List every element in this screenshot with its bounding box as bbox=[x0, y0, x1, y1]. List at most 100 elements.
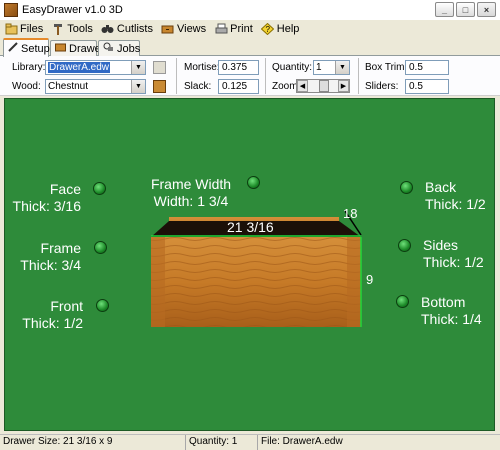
window-title: EasyDrawer v1.0 3D bbox=[22, 4, 123, 16]
menu-files-label: Files bbox=[20, 23, 44, 35]
frame-toggle-dot[interactable] bbox=[94, 241, 107, 254]
status-file: File: DrawerA.edw bbox=[261, 436, 343, 447]
menu-cutlists-label: Cutlists bbox=[116, 23, 153, 35]
zoom-slider[interactable]: ◀ ▶ bbox=[296, 79, 350, 93]
files-icon bbox=[4, 23, 18, 36]
front-label: Front Thick: 1/2 bbox=[5, 298, 83, 332]
front-thick: Thick: 1/2 bbox=[22, 315, 83, 331]
tab-strip: Setup Drawer Jobs bbox=[0, 38, 500, 57]
menu-cutlists[interactable]: Cutlists bbox=[101, 23, 153, 36]
hammer-icon bbox=[51, 23, 65, 36]
face-title: Face bbox=[49, 181, 81, 197]
chevron-down-icon[interactable]: ▼ bbox=[335, 61, 349, 74]
separator bbox=[265, 58, 266, 94]
tab-setup[interactable]: Setup bbox=[3, 38, 50, 57]
dim-width-label: 21 3/16 bbox=[227, 219, 274, 235]
status-bar: Drawer Size: 21 3/16 x 9 Quantity: 1 Fil… bbox=[0, 434, 500, 450]
save-library-button[interactable] bbox=[153, 61, 166, 74]
menu-help-label: Help bbox=[276, 23, 300, 35]
dim-depth-label: 18 bbox=[343, 206, 358, 221]
menu-views-label: Views bbox=[176, 23, 207, 35]
back-thick: Thick: 1/2 bbox=[425, 196, 486, 212]
tab-jobs-label: Jobs bbox=[117, 42, 141, 55]
svg-text:?: ? bbox=[266, 25, 271, 34]
tab-drawer[interactable]: Drawer bbox=[50, 40, 104, 56]
jobs-icon bbox=[103, 42, 114, 55]
back-title: Back bbox=[425, 179, 457, 195]
bottom-title: Bottom bbox=[421, 294, 466, 310]
setup-panel: Library: DrawerA.edw ▼ Wood: Chestnut ▼ … bbox=[0, 56, 500, 96]
menu-tools-label: Tools bbox=[67, 23, 93, 35]
status-quantity: Quantity: 1 bbox=[186, 435, 258, 450]
printer-icon bbox=[214, 23, 228, 36]
box-trim-label: Box Trim: bbox=[365, 62, 408, 73]
library-label: Library: bbox=[12, 62, 46, 73]
tab-jobs[interactable]: Jobs bbox=[98, 40, 140, 56]
frame-width-title: Frame Width bbox=[150, 176, 232, 192]
menu-views[interactable]: Views bbox=[161, 23, 206, 36]
binoculars-icon bbox=[101, 23, 115, 36]
window-controls: _ □ × bbox=[435, 2, 496, 17]
chevron-down-icon[interactable]: ▼ bbox=[131, 61, 145, 74]
box-trim-field[interactable]: 0.5 bbox=[405, 60, 449, 75]
frame-width-value: Width: 1 3/4 bbox=[153, 193, 229, 209]
quantity-value: 1 bbox=[316, 62, 322, 73]
back-toggle-dot[interactable] bbox=[400, 181, 413, 194]
drawer-icon bbox=[161, 23, 175, 36]
drawer-canvas[interactable]: 21 3/16 18 9 Face Thick: 3/16 Frame Widt… bbox=[4, 98, 495, 431]
status-drawer-size: Drawer Size: 21 3/16 x 9 bbox=[0, 435, 186, 450]
mortise-field[interactable]: 0.375 bbox=[218, 60, 259, 75]
close-button[interactable]: × bbox=[477, 2, 496, 17]
sides-toggle-dot[interactable] bbox=[398, 239, 411, 252]
wood-select[interactable]: Chestnut ▼ bbox=[45, 79, 146, 94]
zoom-right-arrow-icon[interactable]: ▶ bbox=[338, 80, 349, 92]
sliders-field[interactable]: 0.5 bbox=[405, 79, 449, 94]
menu-bar: Files Tools Cutlists Views Print ? Help bbox=[0, 20, 500, 38]
drawer-icon bbox=[55, 42, 66, 55]
ruler-pencil-icon bbox=[8, 42, 18, 55]
quantity-label: Quantity: bbox=[272, 62, 313, 73]
frame-title: Frame bbox=[40, 240, 81, 256]
library-value: DrawerA.edw bbox=[48, 62, 111, 73]
sliders-label: Sliders: bbox=[365, 81, 399, 92]
chevron-down-icon[interactable]: ▼ bbox=[131, 80, 145, 93]
zoom-thumb[interactable] bbox=[319, 80, 329, 92]
face-toggle-dot[interactable] bbox=[93, 182, 106, 195]
quantity-select[interactable]: 1 ▼ bbox=[313, 60, 350, 75]
title-bar: EasyDrawer v1.0 3D _ □ × bbox=[0, 0, 500, 20]
sides-label: Sides Thick: 1/2 bbox=[423, 237, 484, 271]
bottom-thick: Thick: 1/4 bbox=[421, 311, 482, 327]
bottom-toggle-dot[interactable] bbox=[396, 295, 409, 308]
menu-tools[interactable]: Tools bbox=[51, 23, 93, 36]
separator bbox=[358, 58, 359, 94]
tab-setup-label: Setup bbox=[21, 42, 50, 55]
bottom-label: Bottom Thick: 1/4 bbox=[421, 294, 482, 328]
mortise-label: Mortise: bbox=[184, 62, 220, 73]
zoom-left-arrow-icon[interactable]: ◀ bbox=[297, 80, 308, 92]
separator bbox=[176, 58, 177, 94]
front-toggle-dot[interactable] bbox=[96, 299, 109, 312]
maximize-button[interactable]: □ bbox=[456, 2, 475, 17]
minimize-button[interactable]: _ bbox=[435, 2, 454, 17]
library-select[interactable]: DrawerA.edw ▼ bbox=[45, 60, 146, 75]
face-thick: Thick: 3/16 bbox=[12, 198, 81, 214]
menu-help[interactable]: ? Help bbox=[261, 23, 300, 36]
sides-thick: Thick: 1/2 bbox=[423, 254, 484, 270]
back-label: Back Thick: 1/2 bbox=[425, 179, 486, 213]
app-icon bbox=[4, 3, 18, 17]
wood-swatch-button[interactable] bbox=[153, 80, 166, 93]
wood-label: Wood: bbox=[12, 81, 41, 92]
dim-height-label: 9 bbox=[366, 272, 374, 287]
frame-label: Frame Thick: 3/4 bbox=[5, 240, 81, 274]
menu-files[interactable]: Files bbox=[4, 23, 43, 36]
face-label: Face Thick: 3/16 bbox=[5, 181, 81, 215]
help-diamond-icon: ? bbox=[261, 23, 275, 36]
frame-width-label: Frame Width Width: 1 3/4 bbox=[145, 176, 237, 210]
frame-width-toggle-dot[interactable] bbox=[247, 176, 260, 189]
menu-print-label: Print bbox=[230, 23, 253, 35]
slack-field[interactable]: 0.125 bbox=[218, 79, 259, 94]
frame-thick: Thick: 3/4 bbox=[20, 257, 81, 273]
front-title: Front bbox=[50, 298, 83, 314]
menu-print[interactable]: Print bbox=[214, 23, 253, 36]
wood-value: Chestnut bbox=[48, 81, 89, 92]
